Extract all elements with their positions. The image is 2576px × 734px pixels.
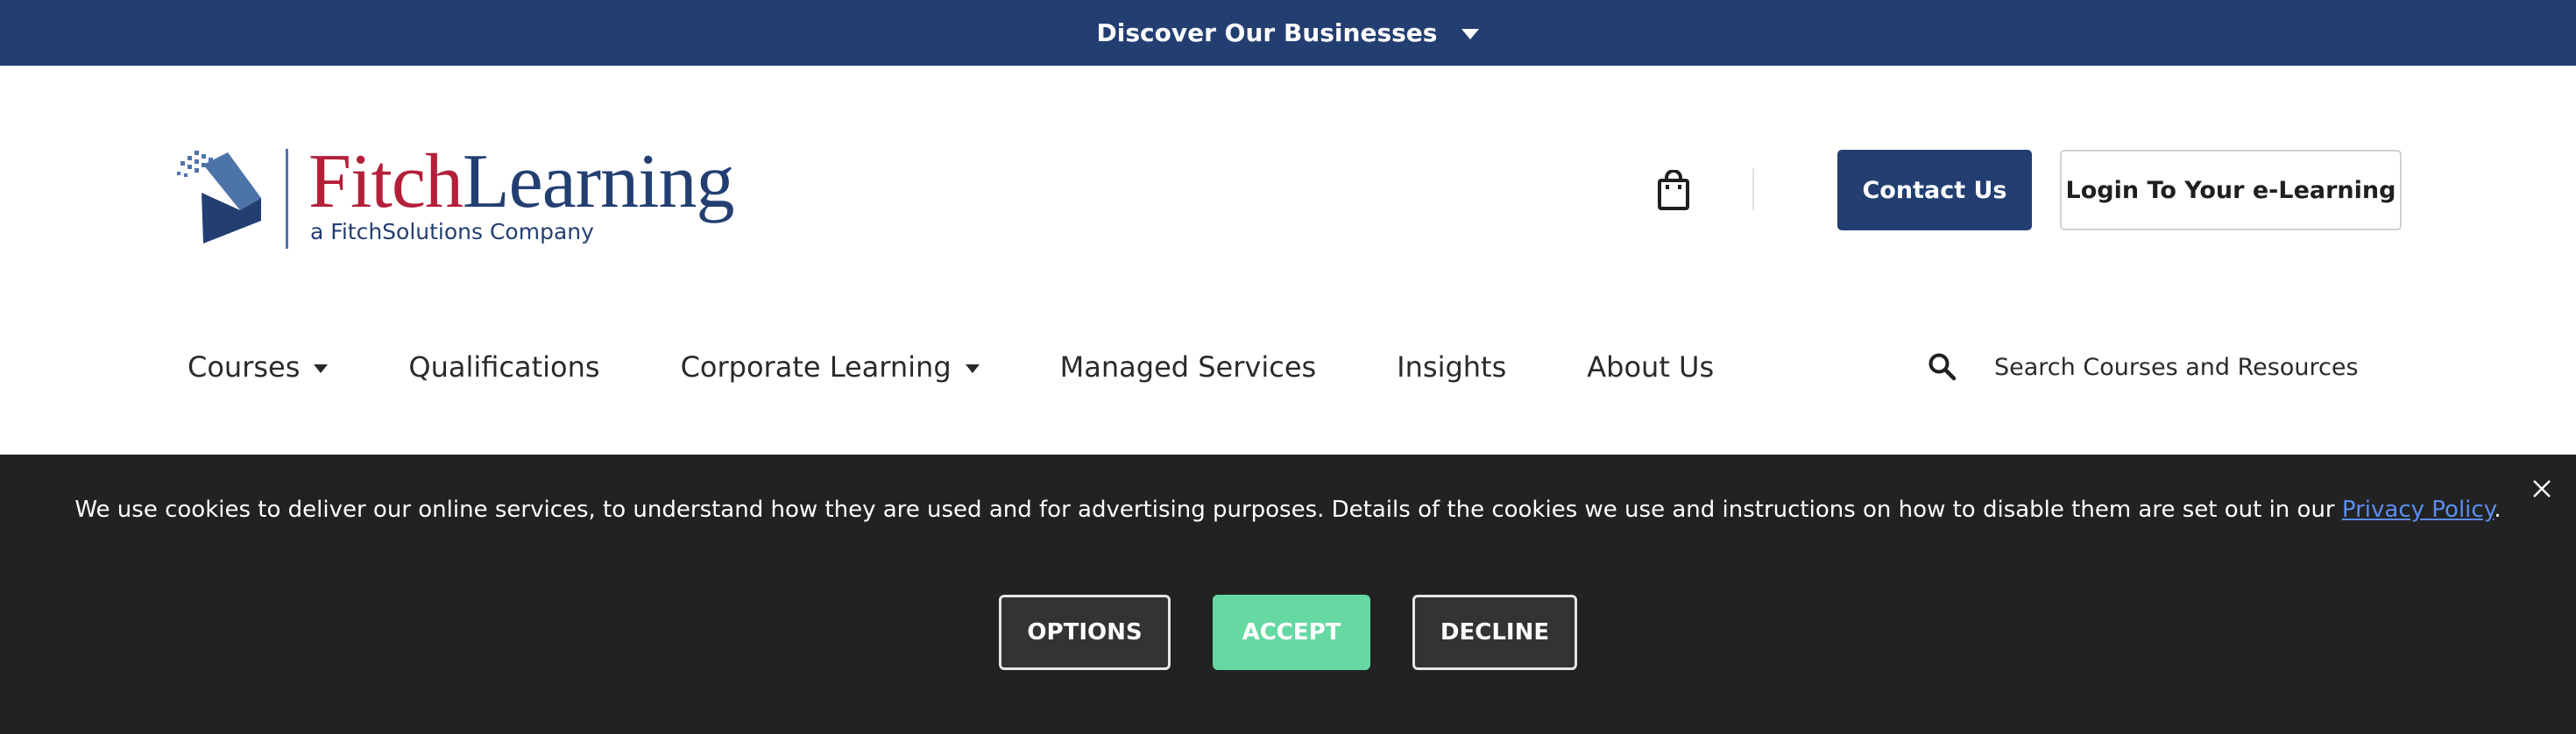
nav-item-label: Qualifications [408,350,600,384]
nav-item-label: Managed Services [1059,350,1317,384]
cookie-message-suffix: . [2494,497,2502,523]
main-nav: Courses Qualifications Corporate Learnin… [188,347,1794,387]
logo-wordmark: FitchLearning [308,139,735,224]
cookie-actions: OPTIONS ACCEPT DECLINE [0,595,2576,670]
nav-item-label: Courses [188,350,301,384]
search-input[interactable] [1994,347,2362,387]
top-banner: Discover Our Businesses [0,0,2576,66]
nav-item-qualifications[interactable]: Qualifications [408,350,599,384]
logo-tagline: a FitchSolutions Company [310,219,594,244]
logo-divider [286,149,288,249]
contact-us-button[interactable]: Contact Us [1837,150,2032,230]
search-icon[interactable] [1928,352,1957,382]
nav-item-label: Corporate Learning [680,350,952,384]
cookie-message: We use cookies to deliver our online ser… [0,497,2576,523]
nav-item-insights[interactable]: Insights [1397,350,1506,384]
chevron-down-icon [965,364,980,373]
nav-item-label: About Us [1587,350,1715,384]
header-divider [1752,168,1754,210]
discover-businesses-button[interactable]: Discover Our Businesses [1097,18,1480,47]
logo-mark-icon [177,151,261,243]
search-bar [1928,347,2362,387]
login-e-learning-button[interactable]: Login To Your e-Learning [2060,150,2402,230]
nav-item-about-us[interactable]: About Us [1587,350,1714,384]
chevron-down-icon [314,364,329,373]
cookie-banner: We use cookies to deliver our online ser… [0,455,2576,734]
fitch-learning-logo[interactable]: FitchLearning a FitchSolutions Company [177,140,735,254]
nav-item-corporate-learning[interactable]: Corporate Learning [681,350,980,384]
cookie-decline-button[interactable]: DECLINE [1412,595,1577,670]
privacy-policy-link[interactable]: Privacy Policy [2342,497,2494,523]
nav-item-courses[interactable]: Courses [188,350,329,384]
nav-item-managed-services[interactable]: Managed Services [1060,350,1317,384]
cookie-message-text: We use cookies to deliver our online ser… [74,497,2342,523]
nav-item-label: Insights [1397,350,1507,384]
cookie-accept-button[interactable]: ACCEPT [1213,595,1370,670]
shopping-bag-icon[interactable] [1656,169,1691,210]
chevron-down-icon [1461,28,1480,39]
cookie-options-button[interactable]: OPTIONS [999,595,1171,670]
discover-businesses-label: Discover Our Businesses [1096,18,1438,47]
